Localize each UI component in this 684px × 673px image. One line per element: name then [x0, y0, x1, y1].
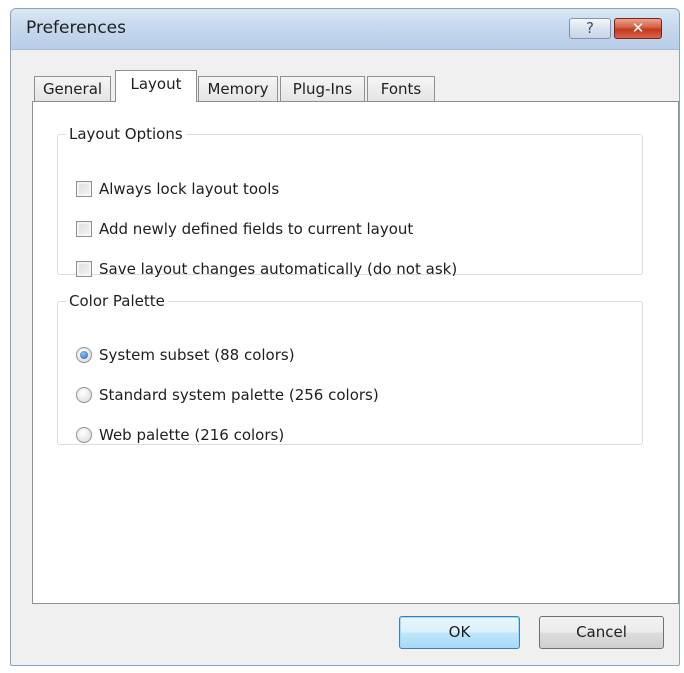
- radio-web-palette[interactable]: Web palette (216 colors): [76, 425, 284, 445]
- radio-button[interactable]: [76, 427, 92, 443]
- checkbox-box[interactable]: [76, 221, 92, 237]
- tab-layout[interactable]: Layout: [115, 70, 197, 102]
- radio-standard-system-palette[interactable]: Standard system palette (256 colors): [76, 385, 379, 405]
- checkbox-box[interactable]: [76, 181, 92, 197]
- window-title: Preferences: [26, 18, 126, 38]
- help-button[interactable]: ?: [569, 18, 611, 39]
- radio-button[interactable]: [76, 387, 92, 403]
- checkbox-label: Save layout changes automatically (do no…: [99, 260, 458, 278]
- cancel-button[interactable]: Cancel: [539, 616, 664, 649]
- close-button[interactable]: ✕: [614, 18, 662, 39]
- radio-label: Standard system palette (256 colors): [99, 386, 379, 404]
- color-palette-group: Color Palette System subset (88 colors) …: [57, 292, 643, 445]
- tab-fonts[interactable]: Fonts: [367, 76, 435, 101]
- checkbox-label: Add newly defined fields to current layo…: [99, 220, 414, 238]
- layout-options-group: Layout Options Always lock layout tools …: [57, 125, 643, 278]
- layout-options-legend: Layout Options: [69, 125, 183, 143]
- tab-general[interactable]: General: [34, 76, 111, 101]
- checkbox-always-lock-layout-tools[interactable]: Always lock layout tools: [76, 179, 279, 199]
- ok-button[interactable]: OK: [399, 616, 520, 649]
- checkbox-label: Always lock layout tools: [99, 180, 280, 198]
- tab-memory[interactable]: Memory: [198, 76, 278, 101]
- checkbox-box[interactable]: [76, 261, 92, 277]
- radio-label: System subset (88 colors): [99, 346, 295, 364]
- checkbox-add-new-fields-to-layout[interactable]: Add newly defined fields to current layo…: [76, 219, 413, 239]
- radio-button[interactable]: [76, 347, 92, 363]
- layout-tab-panel: Layout Options Always lock layout tools …: [32, 101, 679, 604]
- color-palette-legend: Color Palette: [69, 292, 165, 310]
- radio-label: Web palette (216 colors): [99, 426, 285, 444]
- radio-system-subset[interactable]: System subset (88 colors): [76, 345, 295, 365]
- title-bar[interactable]: Preferences ? ✕: [11, 9, 679, 50]
- checkbox-save-layout-changes-automatically[interactable]: Save layout changes automatically (do no…: [76, 259, 457, 279]
- tab-plug-ins[interactable]: Plug-Ins: [280, 76, 365, 101]
